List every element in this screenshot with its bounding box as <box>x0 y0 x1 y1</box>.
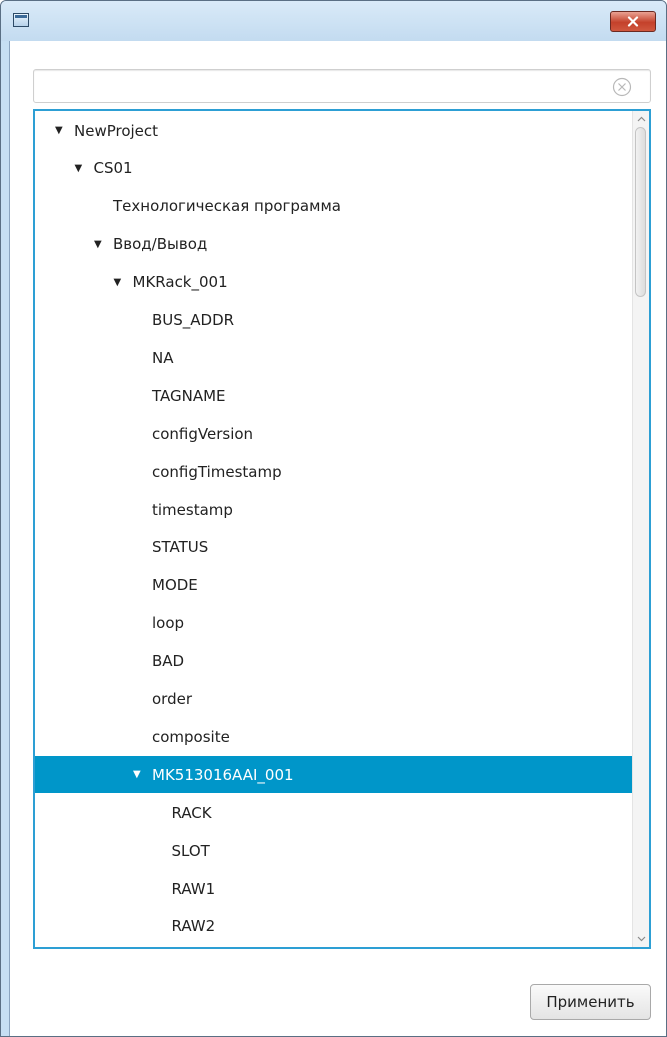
search-field[interactable] <box>33 69 651 103</box>
tree-item-label: timestamp <box>152 500 233 519</box>
dialog-window: ▼ NewProject ▼ CS01 Технологическая программ… <box>0 0 667 1037</box>
chevron-down-icon <box>637 936 645 942</box>
apply-button[interactable]: Применить <box>530 984 651 1020</box>
tree-item[interactable]: STATUS <box>35 529 633 566</box>
tree-item-label: CS01 <box>93 159 133 178</box>
tree-item[interactable]: ▼ MK513016AAI_001 <box>35 756 633 794</box>
tree-item-label: composite <box>152 727 230 746</box>
tree-item[interactable]: RAW2 <box>35 908 633 945</box>
tree-item-label: NA <box>152 348 174 367</box>
tree-item-label: TAGNAME <box>152 386 226 405</box>
tree-item-label: SLOT <box>171 841 210 860</box>
title-bar[interactable] <box>1 1 666 41</box>
clear-circle-x-icon[interactable] <box>612 77 632 97</box>
scroll-down-arrow[interactable] <box>633 931 649 947</box>
tree-item[interactable]: ▼ Ввод/Вывод <box>35 226 633 263</box>
window-app-icon <box>13 13 29 27</box>
tree-item[interactable]: ▼ CS01 <box>35 150 633 187</box>
tree-item[interactable]: SLOT <box>35 832 633 869</box>
tree-item-label: order <box>152 690 192 708</box>
triangle-down-icon[interactable]: ▼ <box>114 277 127 288</box>
tree-item-label: RAW1 <box>171 879 216 898</box>
tree-item[interactable]: ▼ NewProject <box>35 112 633 149</box>
tree-item-label: loop <box>152 614 185 633</box>
vertical-scrollbar[interactable] <box>632 111 649 947</box>
tree-item[interactable]: order <box>35 681 633 718</box>
tree-item-label: RAW2 <box>171 917 216 936</box>
tree-item-label: configTimestamp <box>152 462 282 481</box>
tree-view[interactable]: ▼ NewProject ▼ CS01 Технологическая программ… <box>33 109 651 949</box>
triangle-down-icon[interactable]: ▼ <box>55 125 68 136</box>
triangle-down-icon[interactable]: ▼ <box>94 239 107 250</box>
tree-item[interactable]: composite <box>35 718 633 755</box>
chevron-up-icon <box>637 116 645 122</box>
tree-item-label: RACK <box>171 803 212 822</box>
tree-item[interactable]: configVersion <box>35 415 633 452</box>
tree-item[interactable]: loop <box>35 605 633 642</box>
tree-item-label: BAD <box>152 652 185 671</box>
tree-item-label: configVersion <box>152 424 254 443</box>
close-button[interactable] <box>610 11 656 32</box>
tree-item-label: STATUS <box>152 538 209 557</box>
tree-item[interactable]: TAGNAME <box>35 377 633 414</box>
scroll-up-arrow[interactable] <box>633 111 649 127</box>
tree-item[interactable]: NA <box>35 339 633 376</box>
scrollbar-thumb[interactable] <box>635 127 646 297</box>
tree-item[interactable]: ▼ MKRack_001 <box>35 264 633 301</box>
triangle-down-icon[interactable]: ▼ <box>133 769 146 780</box>
tree-item[interactable]: Технологическая программа <box>35 188 633 225</box>
triangle-down-icon[interactable]: ▼ <box>75 163 88 174</box>
tree-item[interactable]: RAW1 <box>35 870 633 907</box>
tree-item-label: NewProject <box>74 121 159 140</box>
tree-item[interactable]: BUS_ADDR <box>35 302 633 339</box>
dialog-content: ▼ NewProject ▼ CS01 Технологическая программ… <box>9 41 666 1036</box>
tree-item[interactable]: BAD <box>35 643 633 680</box>
tree-item-label: Технологическая программа <box>113 197 341 216</box>
tree-item[interactable]: RACK <box>35 794 633 831</box>
close-x-icon <box>627 16 639 27</box>
tree-item-label: Ввод/Вывод <box>113 235 208 254</box>
tree-item-label: BUS_ADDR <box>152 311 235 329</box>
tree-item[interactable]: timestamp <box>35 491 633 528</box>
tree-item-label: MKRack_001 <box>132 273 228 292</box>
tree-item[interactable]: MODE <box>35 567 633 604</box>
tree-item[interactable]: configTimestamp <box>35 453 633 490</box>
search-input[interactable] <box>40 75 604 101</box>
tree-item-label: MK513016AAI_001 <box>152 765 294 784</box>
tree-item-label: MODE <box>152 576 198 595</box>
